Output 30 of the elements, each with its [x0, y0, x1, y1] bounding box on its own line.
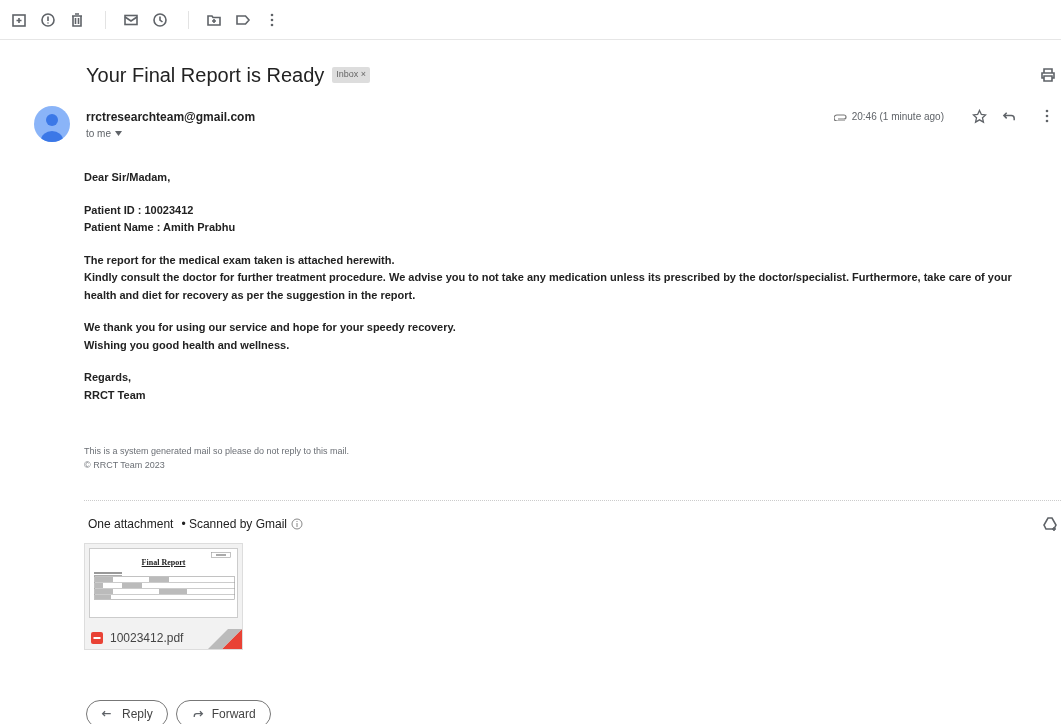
label-chip[interactable]: Inbox ×	[332, 67, 371, 83]
footer-text: © RRCT Team 2023	[84, 459, 166, 472]
caret-icon	[115, 131, 122, 136]
body-text: RRCT Team	[84, 387, 147, 403]
footer-text: This is a system generated mail so please do not reply to this mail.	[84, 445, 351, 458]
body-text: Kindly consult the doctor for further treatment procedure. We advise you to not take any medication unless its prescribed by the doctor/specialist. Furthermore, take care of your health and diet for recovery as per the suggestion in the report.	[84, 270, 1013, 303]
timestamp: 20:46 (1 minute ago)	[851, 109, 944, 124]
body-text: The report for the medical exam taken is attached herewith.	[84, 252, 396, 268]
file-corner-icon	[208, 629, 242, 649]
preview-title: Final Report	[140, 557, 187, 569]
body-text: We thank you for using our service and hope for your speedy recovery.	[84, 320, 457, 335]
body-text: Wishing you good health and wellness.	[84, 337, 291, 353]
email-subject: Your Final Report is Ready	[86, 63, 325, 88]
attachment-heading: One attachment	[88, 516, 174, 533]
avatar	[34, 106, 70, 142]
preview-logo-drawing	[211, 552, 231, 558]
body-text: Dear Sir/Madam,	[84, 170, 172, 185]
body-text: Regards,	[84, 370, 133, 385]
preview-heading-drawing	[94, 572, 122, 576]
body-text: Patient ID : 10023412	[84, 202, 195, 218]
pdf-icon	[91, 631, 103, 644]
scan-note: • Scanned by Gmail	[181, 516, 287, 533]
recipient-text: to me	[86, 127, 111, 141]
file-name: 10023412.pdf	[110, 629, 184, 647]
body-text: Patient Name : Amith Prabhu	[84, 220, 237, 235]
sender-email: rrctresearchteam@gmail.com	[86, 109, 256, 126]
info-icon	[291, 518, 303, 530]
reply-button[interactable]: Reply	[86, 700, 168, 724]
attachment-card[interactable]: Final Report 10023412.pdf	[84, 543, 243, 650]
forward-button[interactable]: Forward	[175, 700, 271, 724]
